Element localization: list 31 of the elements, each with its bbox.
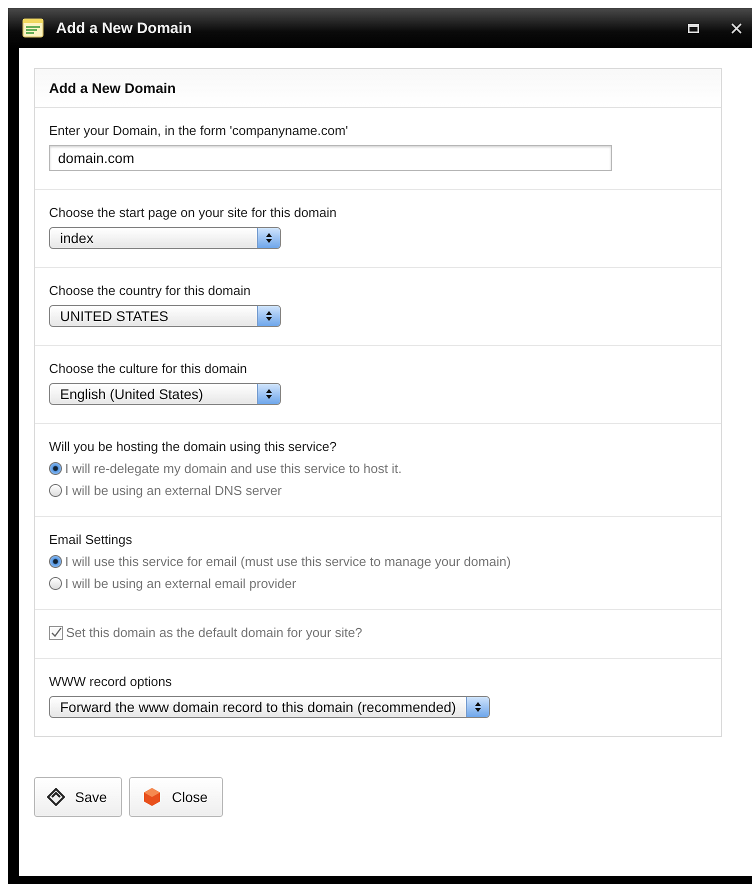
hexagon-icon	[142, 787, 162, 807]
field-label: Choose the country for this domain	[49, 283, 251, 298]
field-label: WWW record options	[49, 674, 172, 689]
close-dialog-button[interactable]: Close	[128, 777, 223, 817]
notepad-icon	[22, 18, 44, 38]
save-button[interactable]: Save	[34, 777, 122, 817]
field-label: Will you be hosting the domain using this service?	[49, 439, 337, 454]
diamond-icon	[47, 788, 65, 806]
panel-title: Add a New Domain	[35, 69, 721, 108]
select-dropdown[interactable]: Forward the www domain record to this domain (recommended)	[49, 696, 490, 718]
radio-option[interactable]: I will re-delegate my domain and use this service to host it.	[49, 461, 402, 476]
select-dropdown[interactable]: UNITED STATES	[49, 305, 281, 327]
stepper-arrows-icon	[474, 701, 482, 713]
select-dropdown[interactable]: English (United States)	[49, 383, 281, 405]
stepper-arrows-icon	[265, 310, 273, 322]
stepper-arrows-icon	[265, 232, 273, 244]
radio-option[interactable]: I will be using an external email provider	[49, 576, 296, 591]
field-label: Email Settings	[49, 532, 132, 547]
window-title: Add a New Domain	[56, 20, 193, 36]
domain-input[interactable]: domain.com	[49, 145, 612, 171]
field-label: Choose the start page on your site for this domain	[49, 205, 337, 220]
checkmark-icon	[50, 627, 62, 638]
close-icon	[731, 22, 742, 34]
radio-option[interactable]: I will use this service for email (must use this service to manage your domain)	[49, 554, 511, 569]
checkbox-option[interactable]: Set this domain as the default domain for your site?	[49, 625, 362, 640]
select-dropdown[interactable]: index	[49, 227, 281, 249]
field-label: Choose the culture for this domain	[49, 361, 247, 376]
stepper-arrows-icon	[265, 388, 273, 400]
radio-option[interactable]: I will be using an external DNS server	[49, 483, 282, 498]
field-label: Enter your Domain, in the form 'companyname.com'	[49, 123, 348, 138]
maximize-icon	[688, 24, 699, 32]
